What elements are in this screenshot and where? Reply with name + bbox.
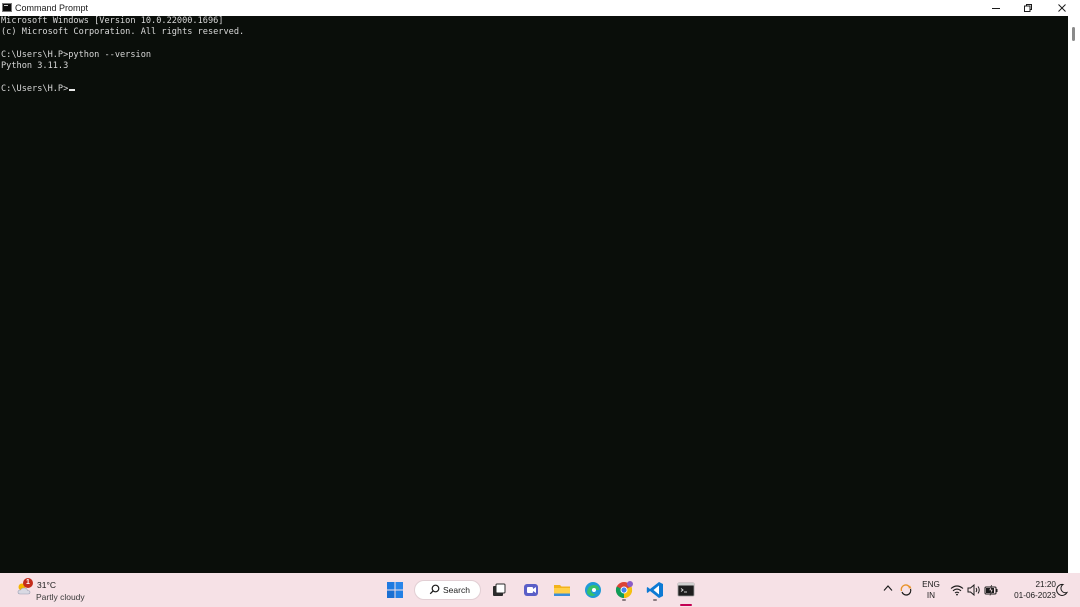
vscode-running-indicator bbox=[653, 599, 657, 601]
weather-condition: Partly cloudy bbox=[36, 592, 85, 602]
search-label: Search bbox=[443, 585, 470, 595]
file-explorer-button[interactable] bbox=[551, 579, 573, 601]
chrome-running-indicator bbox=[622, 599, 626, 601]
battery-charging-icon bbox=[984, 584, 998, 596]
sync-icon bbox=[900, 584, 912, 596]
chevron-up-icon bbox=[883, 585, 893, 591]
edge-icon bbox=[585, 582, 601, 598]
restore-button[interactable] bbox=[1012, 0, 1044, 16]
restore-icon bbox=[1024, 4, 1032, 12]
volume-button[interactable] bbox=[966, 582, 982, 598]
taskbar-clock[interactable]: 21:20 01-06-2023 bbox=[998, 579, 1056, 601]
start-button[interactable] bbox=[384, 579, 406, 601]
scrollbar-thumb[interactable] bbox=[1072, 27, 1075, 41]
moon-notification-icon bbox=[1056, 583, 1069, 596]
console-prompt-line[interactable]: C:\Users\H.P> bbox=[1, 84, 76, 95]
region-code: IN bbox=[926, 591, 936, 600]
vscode-button[interactable] bbox=[644, 579, 666, 601]
chrome-icon bbox=[615, 581, 633, 599]
text-cursor bbox=[69, 89, 76, 91]
speaker-icon bbox=[967, 584, 980, 596]
windows-start-icon bbox=[387, 582, 403, 598]
task-view-icon bbox=[493, 583, 506, 596]
notification-badge: 1 bbox=[23, 578, 33, 588]
input-language-indicator[interactable]: ENG IN bbox=[920, 579, 942, 601]
notification-center-button[interactable] bbox=[1056, 583, 1069, 597]
taskbar: 1 31°C Partly cloudy Search ENG IN 21:20… bbox=[0, 573, 1080, 607]
console-output[interactable]: Microsoft Windows [Version 10.0.22000.16… bbox=[0, 16, 1068, 573]
title-bar: Command Prompt bbox=[0, 0, 1080, 16]
taskbar-search[interactable]: Search bbox=[414, 580, 481, 600]
active-app-indicator bbox=[680, 604, 692, 606]
close-button[interactable] bbox=[1046, 0, 1078, 16]
teams-icon bbox=[524, 584, 538, 596]
weather-widget[interactable]: 1 31°C Partly cloudy bbox=[14, 578, 104, 604]
wifi-icon bbox=[950, 585, 964, 596]
teams-button[interactable] bbox=[520, 579, 542, 601]
show-hidden-icons-button[interactable] bbox=[883, 584, 893, 595]
close-icon bbox=[1058, 4, 1066, 12]
console-line-copyright: (c) Microsoft Corporation. All rights re… bbox=[1, 27, 245, 37]
chrome-button[interactable] bbox=[613, 579, 635, 601]
edge-button[interactable] bbox=[582, 579, 604, 601]
language-code: ENG bbox=[922, 580, 940, 589]
console-line-version: Microsoft Windows [Version 10.0.22000.16… bbox=[1, 16, 224, 26]
console-prompt: C:\Users\H.P> bbox=[1, 84, 69, 94]
battery-button[interactable] bbox=[983, 582, 999, 598]
cmd-icon[interactable] bbox=[2, 3, 12, 12]
sync-tray-button[interactable] bbox=[898, 582, 914, 598]
clock-time: 21:20 bbox=[1035, 580, 1057, 589]
console-line-command: C:\Users\H.P>python --version bbox=[1, 50, 152, 60]
minimize-icon bbox=[992, 8, 1000, 9]
console-line-output: Python 3.11.3 bbox=[1, 61, 69, 71]
vertical-scrollbar[interactable] bbox=[1068, 16, 1080, 573]
vscode-icon bbox=[646, 582, 663, 598]
clock-date: 01-06-2023 bbox=[1014, 591, 1056, 600]
window-title: Command Prompt bbox=[15, 3, 89, 13]
terminal-icon bbox=[677, 582, 695, 597]
search-icon bbox=[429, 584, 440, 595]
weather-temperature: 31°C bbox=[37, 580, 56, 590]
folder-icon bbox=[554, 585, 570, 596]
network-button[interactable] bbox=[949, 582, 965, 598]
task-view-button[interactable] bbox=[488, 579, 510, 601]
minimize-button[interactable] bbox=[980, 0, 1012, 16]
command-prompt-taskbar-button[interactable] bbox=[675, 579, 697, 601]
